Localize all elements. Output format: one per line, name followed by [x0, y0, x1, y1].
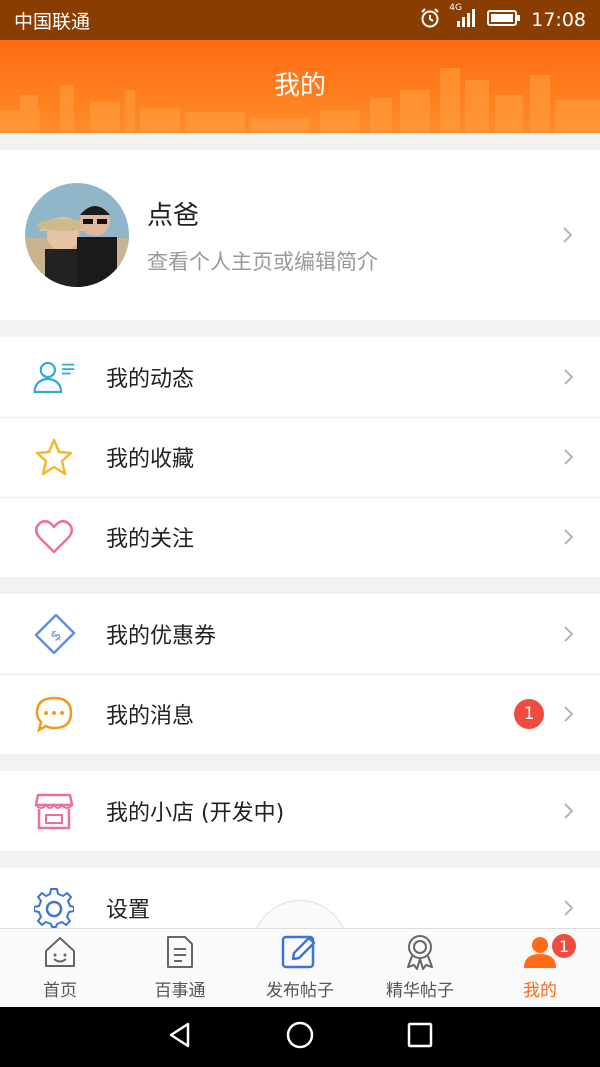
- profile-name: 点爸: [147, 200, 200, 231]
- chevron-right-icon: [564, 449, 574, 465]
- tab-baishitong[interactable]: 百事通: [120, 929, 240, 1007]
- network-label: 4G: [449, 2, 462, 13]
- tab-label: 首页: [43, 981, 77, 1001]
- star-icon: [32, 435, 76, 479]
- heart-icon: [32, 515, 76, 559]
- page-header: 我的: [0, 40, 600, 133]
- shop-icon: [32, 789, 76, 833]
- menu-item-label: 我的优惠券: [106, 624, 217, 649]
- profile-card[interactable]: 点爸 查看个人主页或编辑简介: [0, 150, 600, 320]
- menu-item-coupons[interactable]: $ 我的优惠券: [0, 594, 600, 674]
- back-icon[interactable]: [166, 1021, 194, 1053]
- tab-badge: 1: [550, 932, 578, 960]
- menu-group-3: 我的小店 (开发中): [0, 771, 600, 851]
- edit-icon: [280, 932, 320, 972]
- coupon-icon: $: [32, 612, 76, 656]
- system-nav-bar: [0, 1007, 600, 1067]
- tab-home[interactable]: 首页: [0, 929, 120, 1007]
- menu-item-messages[interactable]: 我的消息 1: [0, 674, 600, 754]
- menu-item-label: 我的动态: [106, 367, 195, 392]
- menu-item-my-feed[interactable]: 我的动态: [0, 337, 600, 417]
- menu-item-shop[interactable]: 我的小店 (开发中): [0, 771, 600, 851]
- award-icon: [400, 932, 440, 972]
- status-bar: 中国联通 4G 17:08: [0, 0, 600, 40]
- profile-subtitle: 查看个人主页或编辑简介: [147, 249, 378, 274]
- document-icon: [160, 932, 200, 972]
- chevron-right-icon: [563, 227, 573, 243]
- menu-group-2: $ 我的优惠券 我的消息 1: [0, 594, 600, 754]
- menu-item-label: 我的小店 (开发中): [106, 801, 285, 826]
- tab-label: 我的: [523, 981, 557, 1001]
- page-title: 我的: [273, 71, 326, 101]
- bottom-tab-bar: 首页 百事通 发布帖子 精华帖子 1 我的: [0, 928, 600, 1007]
- tab-publish[interactable]: 发布帖子: [240, 929, 360, 1007]
- message-count-badge: 1: [514, 699, 544, 729]
- chevron-right-icon: [564, 529, 574, 545]
- tab-featured-posts[interactable]: 精华帖子: [360, 929, 480, 1007]
- profile-info: 点爸 查看个人主页或编辑简介: [147, 195, 561, 276]
- menu-item-following[interactable]: 我的关注: [0, 497, 600, 577]
- alarm-icon: [419, 7, 441, 34]
- chevron-right-icon: [564, 369, 574, 385]
- chevron-right-icon: [564, 803, 574, 819]
- user-feed-icon: [32, 355, 76, 399]
- chevron-right-icon: [564, 626, 574, 642]
- menu-group-1: 我的动态 我的收藏 我的关注: [0, 337, 600, 577]
- gear-icon: [32, 886, 76, 928]
- home-icon: [40, 932, 80, 972]
- chevron-right-icon: [564, 900, 574, 916]
- avatar[interactable]: [25, 183, 129, 287]
- menu-item-label: 我的收藏: [106, 447, 195, 472]
- tab-mine[interactable]: 1 我的: [480, 929, 600, 1007]
- home-nav-icon[interactable]: [285, 1020, 315, 1054]
- signal-icon: 4G: [449, 3, 477, 34]
- carrier-label: 中国联通: [14, 10, 91, 33]
- chevron-right-icon: [564, 706, 574, 722]
- menu-item-label: 我的消息: [106, 704, 195, 729]
- battery-icon: [487, 9, 521, 32]
- message-icon: [32, 692, 76, 736]
- svg-text:$: $: [48, 627, 65, 645]
- clock: 17:08: [531, 9, 586, 31]
- tab-label: 发布帖子: [266, 981, 334, 1001]
- content-scroll[interactable]: 点爸 查看个人主页或编辑简介 我的动态 我的收藏 我的关注 $ 我的优惠券 我的…: [0, 133, 600, 928]
- tab-label: 精华帖子: [386, 981, 454, 1001]
- menu-item-label: 我的关注: [106, 527, 195, 552]
- tab-label: 百事通: [154, 981, 206, 1001]
- menu-item-favorites[interactable]: 我的收藏: [0, 417, 600, 497]
- recents-icon[interactable]: [406, 1021, 434, 1053]
